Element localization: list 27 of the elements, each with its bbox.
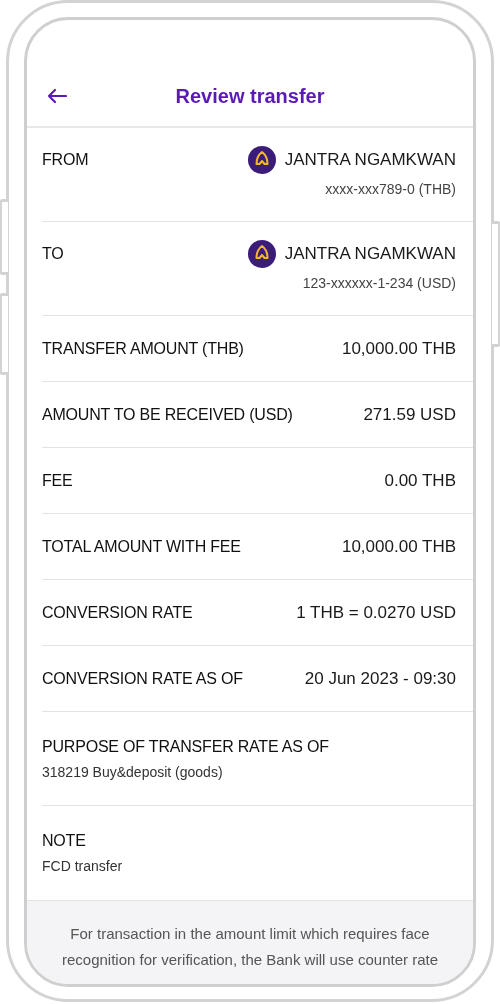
account-name: JANTRA NGAMKWAN bbox=[284, 244, 456, 264]
bank-logo-icon bbox=[247, 240, 276, 268]
field-label: TOTAL AMOUNT WITH FEE bbox=[42, 537, 241, 556]
field-label: CONVERSION RATE AS OF bbox=[42, 669, 243, 688]
screen-title: Review transfer bbox=[175, 85, 325, 108]
field-label: TO bbox=[42, 245, 64, 263]
field-value: 10,000.00 THB bbox=[341, 536, 456, 557]
field-label: AMOUNT TO BE RECEIVED (USD) bbox=[42, 405, 293, 424]
account-number: xxxx-xxx789-0 (THB) bbox=[325, 181, 456, 197]
field-value: 0.00 THB bbox=[384, 470, 456, 491]
field-value: 1 THB = 0.0270 USD bbox=[296, 602, 456, 623]
field-label: TRANSFER AMOUNT (THB) bbox=[42, 339, 244, 358]
field-value: 271.59 USD bbox=[363, 404, 456, 425]
notice-text: For transaction in the amount limit which requires face recognition for verification, the Bank will use counter rate bbox=[61, 924, 439, 970]
account-number: 123-xxxxxx-1-234 (USD) bbox=[302, 275, 456, 291]
field-value: 318219 Buy&deposit (goods) bbox=[42, 763, 224, 780]
field-value: FCD transfer bbox=[42, 858, 124, 874]
bank-logo-icon bbox=[247, 146, 276, 174]
field-label: PURPOSE OF TRANSFER RATE AS OF bbox=[42, 737, 330, 756]
field-label: FEE bbox=[42, 471, 73, 490]
back-arrow-icon[interactable] bbox=[47, 88, 67, 104]
field-value: 20 Jun 2023 - 09:30 bbox=[304, 668, 456, 689]
account-name: JANTRA NGAMKWAN bbox=[284, 150, 456, 170]
field-label: FROM bbox=[42, 151, 89, 169]
field-label: NOTE bbox=[42, 832, 87, 850]
field-label: CONVERSION RATE bbox=[42, 603, 193, 622]
field-value: 10,000.00 THB bbox=[341, 338, 456, 359]
